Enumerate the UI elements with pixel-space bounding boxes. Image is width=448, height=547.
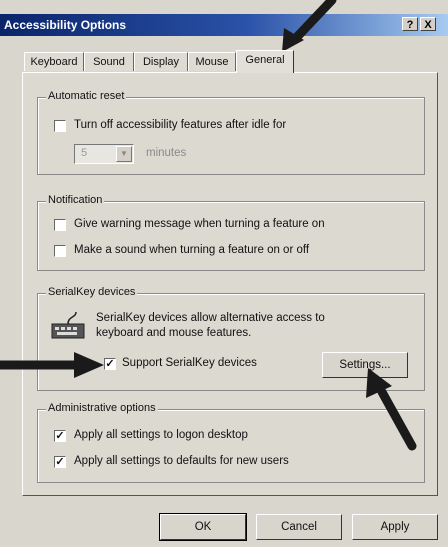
close-button[interactable]: X xyxy=(420,17,436,31)
tab-sound[interactable]: Sound xyxy=(84,52,134,71)
support-serialkey-label: Support SerialKey devices xyxy=(122,357,257,369)
apply-logon-desktop-checkbox[interactable]: ✓ xyxy=(54,430,66,442)
give-warning-label: Give warning message when turning a feat… xyxy=(74,218,325,230)
ok-button[interactable]: OK xyxy=(159,513,247,541)
administrative-legend: Administrative options xyxy=(46,402,158,414)
make-sound-label: Make a sound when turning a feature on o… xyxy=(74,244,310,256)
arrow-to-settings-button-icon xyxy=(366,368,417,451)
tab-display[interactable]: Display xyxy=(134,52,188,71)
help-button[interactable]: ? xyxy=(402,17,418,31)
tab-keyboard[interactable]: Keyboard xyxy=(24,52,84,71)
make-sound-checkbox[interactable] xyxy=(54,245,66,257)
serialkey-description-line1: SerialKey devices allow alternative acce… xyxy=(96,312,325,324)
turn-off-idle-label: Turn off accessibility features after id… xyxy=(74,119,287,131)
serialkey-description-line2: keyboard and mouse features. xyxy=(96,327,252,339)
apply-new-users-label: Apply all settings to defaults for new u… xyxy=(74,455,289,467)
notification-group: Notification Give warning message when t… xyxy=(37,194,425,271)
tab-general[interactable]: General xyxy=(236,50,294,73)
apply-logon-desktop-label: Apply all settings to logon desktop xyxy=(74,429,248,441)
apply-new-users-checkbox[interactable]: ✓ xyxy=(54,456,66,468)
idle-minutes-stepper[interactable]: 5 ▼ xyxy=(74,144,134,164)
automatic-reset-group: Automatic reset Turn off accessibility f… xyxy=(37,90,425,175)
give-warning-checkbox[interactable] xyxy=(54,219,66,231)
tab-mouse[interactable]: Mouse xyxy=(188,52,236,71)
arrow-to-serialkey-checkbox-icon xyxy=(0,352,104,378)
turn-off-idle-checkbox[interactable] xyxy=(54,120,66,132)
window-title: Accessibility Options xyxy=(4,18,127,32)
idle-minutes-value: 5 xyxy=(81,147,88,159)
title-bar: Accessibility Options ? X xyxy=(0,14,448,36)
arrow-to-general-tab-icon xyxy=(282,0,337,52)
serialkey-legend: SerialKey devices xyxy=(46,286,138,298)
minutes-label: minutes xyxy=(146,147,187,159)
automatic-reset-legend: Automatic reset xyxy=(46,90,127,102)
cancel-button[interactable]: Cancel xyxy=(256,514,342,540)
chevron-down-icon[interactable]: ▼ xyxy=(116,146,132,162)
apply-button[interactable]: Apply xyxy=(352,514,438,540)
keyboard-icon xyxy=(51,311,85,339)
notification-legend: Notification xyxy=(46,194,105,206)
